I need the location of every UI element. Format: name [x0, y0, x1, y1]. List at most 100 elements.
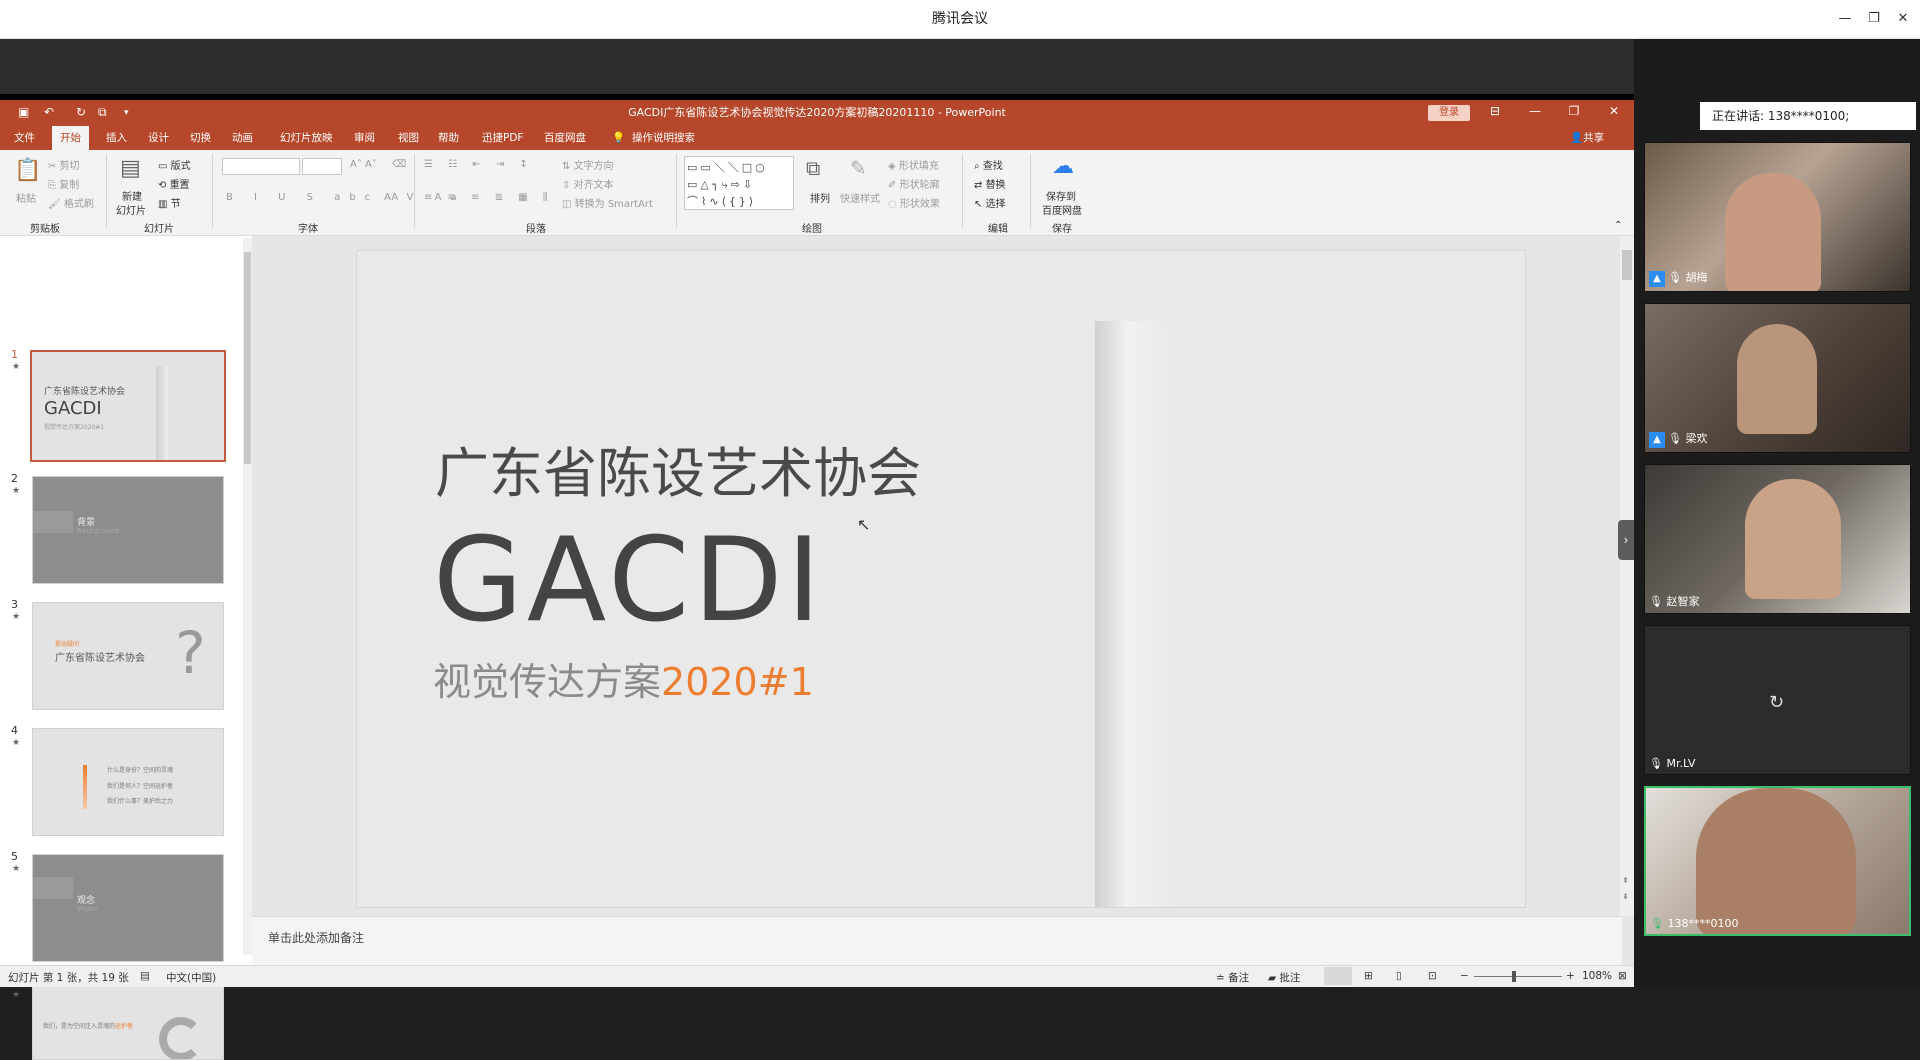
participant-tile-active[interactable]: 🎙 138****0100	[1644, 786, 1911, 936]
find-button[interactable]: ⌕ 查找	[974, 157, 1003, 172]
zoom-in-icon[interactable]: +	[1566, 970, 1575, 982]
zoom-level[interactable]: 108%	[1582, 970, 1612, 982]
language-indicator[interactable]: 中文(中国)	[166, 970, 216, 985]
next-slide-icon[interactable]: ⇟	[1622, 892, 1629, 901]
slide-thumbnail-4[interactable]: 什么是身份？空间的灵魂 我们是何人？空间运护者 我们什么事？美护后之力	[32, 728, 224, 836]
slide-thumbnail-1[interactable]: 广东省陈设艺术协会 GACDI 视觉传达方案2020#1	[30, 350, 226, 462]
ppt-close-button[interactable]: ✕	[1604, 104, 1624, 118]
section-button[interactable]: ▥ 节	[158, 195, 181, 210]
quick-styles-icon[interactable]: ✎	[850, 156, 867, 180]
arrange-icon[interactable]: ⧉	[806, 156, 820, 180]
slide-title-gacdi[interactable]: GACDI	[433, 513, 825, 648]
undo-icon[interactable]: ↶	[44, 105, 54, 119]
current-slide[interactable]: 广东省陈设艺术协会 GACDI 视觉传达方案2020#1 ↖	[356, 250, 1526, 908]
tab-animations[interactable]: 动画	[224, 126, 261, 150]
align-text-button[interactable]: ⇳ 对齐文本	[562, 176, 614, 191]
paste-button[interactable]: 粘贴	[16, 190, 36, 205]
participant-tile[interactable]: ▲ 🎙 胡梅	[1644, 142, 1911, 292]
font-color-icon[interactable]: A	[384, 192, 391, 203]
notes-placeholder[interactable]: 单击此处添加备注	[268, 929, 364, 946]
tab-view[interactable]: 视图	[390, 126, 427, 150]
thumbnails-scrollbar[interactable]	[243, 238, 252, 955]
minimize-button[interactable]: —	[1834, 8, 1856, 30]
zoom-slider[interactable]	[1474, 976, 1562, 977]
tab-transitions[interactable]: 切换	[182, 126, 219, 150]
prev-slide-icon[interactable]: ⇞	[1622, 876, 1629, 885]
ppt-restore-button[interactable]: ❐	[1564, 104, 1584, 118]
restore-button[interactable]: ❐	[1863, 8, 1885, 30]
copy-button[interactable]: ⎘ 复制	[48, 176, 79, 191]
tab-help[interactable]: 帮助	[430, 126, 467, 150]
shape-outline-button[interactable]: ✐ 形状轮廓	[888, 176, 940, 191]
redo-icon[interactable]: ↻	[76, 105, 86, 119]
shape-fill-button[interactable]: ◈ 形状填充	[888, 157, 939, 172]
slide-thumbnail-3[interactable]: 提出疑问 广东省陈设艺术协会 ?	[32, 602, 224, 710]
save-to-label-1[interactable]: 保存到	[1046, 188, 1076, 203]
save-to-label-2[interactable]: 百度网盘	[1042, 202, 1082, 217]
present-icon[interactable]: ⧉	[98, 105, 107, 120]
baidu-netdisk-icon[interactable]: ☁	[1052, 154, 1074, 179]
font-size-adjust-icons[interactable]: A˄ A˅	[350, 159, 377, 170]
tab-slideshow[interactable]: 幻灯片放映	[272, 126, 341, 150]
font-name-field[interactable]	[222, 158, 300, 175]
comments-button[interactable]: ▰ 批注	[1268, 970, 1300, 985]
slide-title-cn[interactable]: 广东省陈设艺术协会	[435, 429, 921, 508]
quick-styles-button[interactable]: 快速样式	[840, 190, 880, 205]
new-slide-label-2[interactable]: 幻灯片	[116, 202, 146, 217]
normal-view-icon[interactable]	[1324, 967, 1352, 985]
slide-thumbnail-5[interactable]: 观念 Vision	[32, 854, 224, 962]
login-button[interactable]: 登录	[1428, 105, 1470, 121]
edit-scrollbar[interactable]: ⇞ ⇟	[1620, 236, 1634, 916]
font-size-field[interactable]	[302, 158, 342, 175]
customize-qa-icon[interactable]: ▾	[124, 108, 129, 118]
tab-file[interactable]: 文件	[6, 126, 43, 150]
layout-button[interactable]: ▭ 版式	[158, 157, 191, 172]
clear-format-icon[interactable]: ⌫	[392, 159, 406, 170]
new-slide-label-1[interactable]: 新建	[122, 188, 142, 203]
tab-insert[interactable]: 插入	[98, 126, 135, 150]
shapes-gallery[interactable]: ▭▭＼＼□○ ▭△┐⤷⇨⇩ ⌒⌇∿⟨{}⟩	[684, 156, 794, 210]
collapse-ribbon-icon[interactable]: ⌃	[1614, 220, 1622, 231]
save-icon[interactable]: ▣	[18, 105, 29, 119]
fit-slide-icon[interactable]: ⊠	[1618, 970, 1627, 982]
ribbon-display-icon[interactable]: ⊟	[1485, 104, 1505, 118]
participant-tile[interactable]: ▲ 🎙 梁欢	[1644, 303, 1911, 453]
toolbar-expand-tab[interactable]: ›	[1618, 520, 1634, 560]
smartart-button[interactable]: ◫ 转换为 SmartArt	[562, 195, 653, 210]
tab-design[interactable]: 设计	[140, 126, 177, 150]
scrollbar-thumb[interactable]	[244, 252, 251, 464]
paste-icon[interactable]: 📋	[14, 158, 41, 183]
replace-button[interactable]: ⇄ 替换	[974, 176, 1006, 191]
slide-thumbnail-6[interactable]: 我们，是为空间注入灵魂的运护者	[32, 980, 224, 1060]
align-icons[interactable]: ≡ ≡ ≡ ≣ ▦ ⫼	[424, 192, 553, 203]
slide-sorter-icon[interactable]: ⊞	[1364, 970, 1373, 982]
reading-view-icon[interactable]: ▯	[1396, 970, 1402, 982]
notes-button[interactable]: ≐ 备注	[1216, 970, 1249, 985]
share-button[interactable]: 👤共享	[1562, 126, 1612, 150]
close-button[interactable]: ✕	[1892, 8, 1914, 30]
ppt-minimize-button[interactable]: —	[1525, 104, 1545, 118]
zoom-out-icon[interactable]: −	[1460, 970, 1469, 982]
search-hint[interactable]: 操作说明搜索	[624, 126, 703, 150]
tab-review[interactable]: 审阅	[346, 126, 383, 150]
spellcheck-icon[interactable]: ▤	[140, 970, 150, 982]
shape-effects-button[interactable]: ◌ 形状效果	[888, 195, 940, 210]
tab-baidu-netdisk[interactable]: 百度网盘	[536, 126, 594, 150]
tab-home[interactable]: 开始	[52, 126, 89, 150]
list-icons[interactable]: ☰ ☷ ⇤ ⇥ ↕	[424, 159, 534, 170]
participant-tile[interactable]: ↻ 🎙 Mr.LV	[1644, 625, 1911, 775]
participant-tile[interactable]: 🎙 赵智家	[1644, 464, 1911, 614]
slideshow-view-icon[interactable]: ⊡	[1428, 970, 1437, 982]
arrange-button[interactable]: 排列	[810, 190, 830, 205]
slide-subtitle[interactable]: 视觉传达方案2020#1	[433, 651, 814, 706]
text-direction-button[interactable]: ⇅ 文字方向	[562, 157, 614, 172]
reset-button[interactable]: ⟲ 重置	[158, 176, 190, 191]
scrollbar-thumb[interactable]	[1622, 250, 1632, 280]
slide-thumbnail-2[interactable]: 背景 Background	[32, 476, 224, 584]
notes-pane[interactable]: 单击此处添加备注	[252, 916, 1622, 965]
zoom-slider-thumb[interactable]	[1512, 971, 1516, 982]
format-painter-button[interactable]: 🖌 格式刷	[48, 195, 94, 210]
select-button[interactable]: ↖ 选择	[974, 195, 1006, 210]
cut-button[interactable]: ✂ 剪切	[48, 157, 80, 172]
tab-xunjie-pdf[interactable]: 迅捷PDF	[474, 126, 531, 150]
